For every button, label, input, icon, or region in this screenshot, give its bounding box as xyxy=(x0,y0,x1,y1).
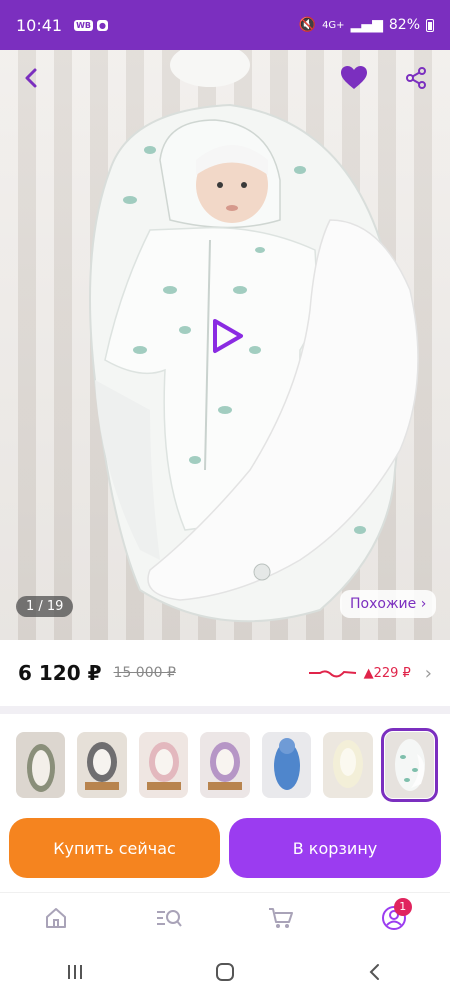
old-price: 15 000 ₽ xyxy=(113,665,176,681)
nav-cart[interactable] xyxy=(261,898,301,938)
nav-catalog[interactable] xyxy=(149,898,189,938)
nav-profile[interactable]: 1 xyxy=(374,897,414,938)
image-counter: 1 / 19 xyxy=(16,596,74,617)
buy-now-button[interactable]: Купить сейчас xyxy=(9,818,220,878)
thumbnail-6[interactable] xyxy=(323,732,373,798)
thumbnail-7-selected[interactable] xyxy=(380,728,438,802)
nav-home[interactable] xyxy=(36,898,76,938)
thumbnail-5[interactable] xyxy=(261,732,312,798)
favorite-button[interactable] xyxy=(334,58,374,98)
chevron-right-icon: › xyxy=(424,662,432,684)
signal-icon: ▂▄▆ xyxy=(350,17,383,33)
heart-icon xyxy=(341,66,367,89)
system-back-button[interactable] xyxy=(355,952,395,992)
battery-icon xyxy=(426,18,434,32)
wildberries-notification-icon: WB xyxy=(74,19,94,31)
thumbnail-4[interactable] xyxy=(200,732,250,798)
price-change: ▲229 ₽ xyxy=(363,665,411,681)
product-image-gallery[interactable]: 1 / 19 Похожие › xyxy=(0,50,450,640)
status-bar: 10:41 WB ● 🔇 4G+ ▂▄▆ 82% xyxy=(0,0,450,50)
home-square-icon xyxy=(216,963,234,981)
status-time: 10:41 xyxy=(16,15,63,35)
current-price: 6 120 ₽ xyxy=(18,661,102,685)
thumbnail-3[interactable] xyxy=(138,732,189,798)
play-icon xyxy=(213,319,243,353)
section-divider xyxy=(0,706,450,714)
back-arrow-icon xyxy=(369,964,379,980)
thumbnail-1[interactable] xyxy=(16,732,66,798)
price-trend-sparkline-icon xyxy=(308,670,356,678)
recent-apps-button[interactable] xyxy=(55,952,95,992)
play-video-button[interactable] xyxy=(203,313,249,359)
thumbnail-2[interactable] xyxy=(77,732,127,798)
price-row[interactable]: 6 120 ₽ 15 000 ₽ ▲229 ₽ › xyxy=(0,640,450,706)
back-button[interactable] xyxy=(12,58,52,98)
share-button[interactable] xyxy=(396,58,436,98)
recents-icon xyxy=(68,965,82,979)
price-history-button[interactable]: ▲229 ₽ › xyxy=(308,663,432,684)
catalog-search-icon xyxy=(156,909,182,927)
home-system-button[interactable] xyxy=(205,952,245,992)
network-type: 4G+ xyxy=(322,19,345,31)
add-to-cart-button[interactable]: В корзину xyxy=(229,818,441,878)
status-icons: 🔇 4G+ ▂▄▆ 82% xyxy=(299,17,434,33)
chevron-left-icon xyxy=(25,68,37,88)
mute-icon: 🔇 xyxy=(298,17,317,33)
app-notification-icon: ● xyxy=(97,19,109,31)
bottom-navigation: 1 xyxy=(0,892,450,942)
similar-products-button[interactable]: Похожие › xyxy=(340,590,437,618)
home-icon xyxy=(46,907,67,928)
profile-notification-badge: 1 xyxy=(393,897,412,916)
system-navigation-bar xyxy=(0,944,450,1000)
battery-level: 82% xyxy=(388,17,420,33)
thumbnail-strip xyxy=(0,722,450,808)
cart-icon xyxy=(269,907,294,928)
share-icon xyxy=(406,67,426,89)
